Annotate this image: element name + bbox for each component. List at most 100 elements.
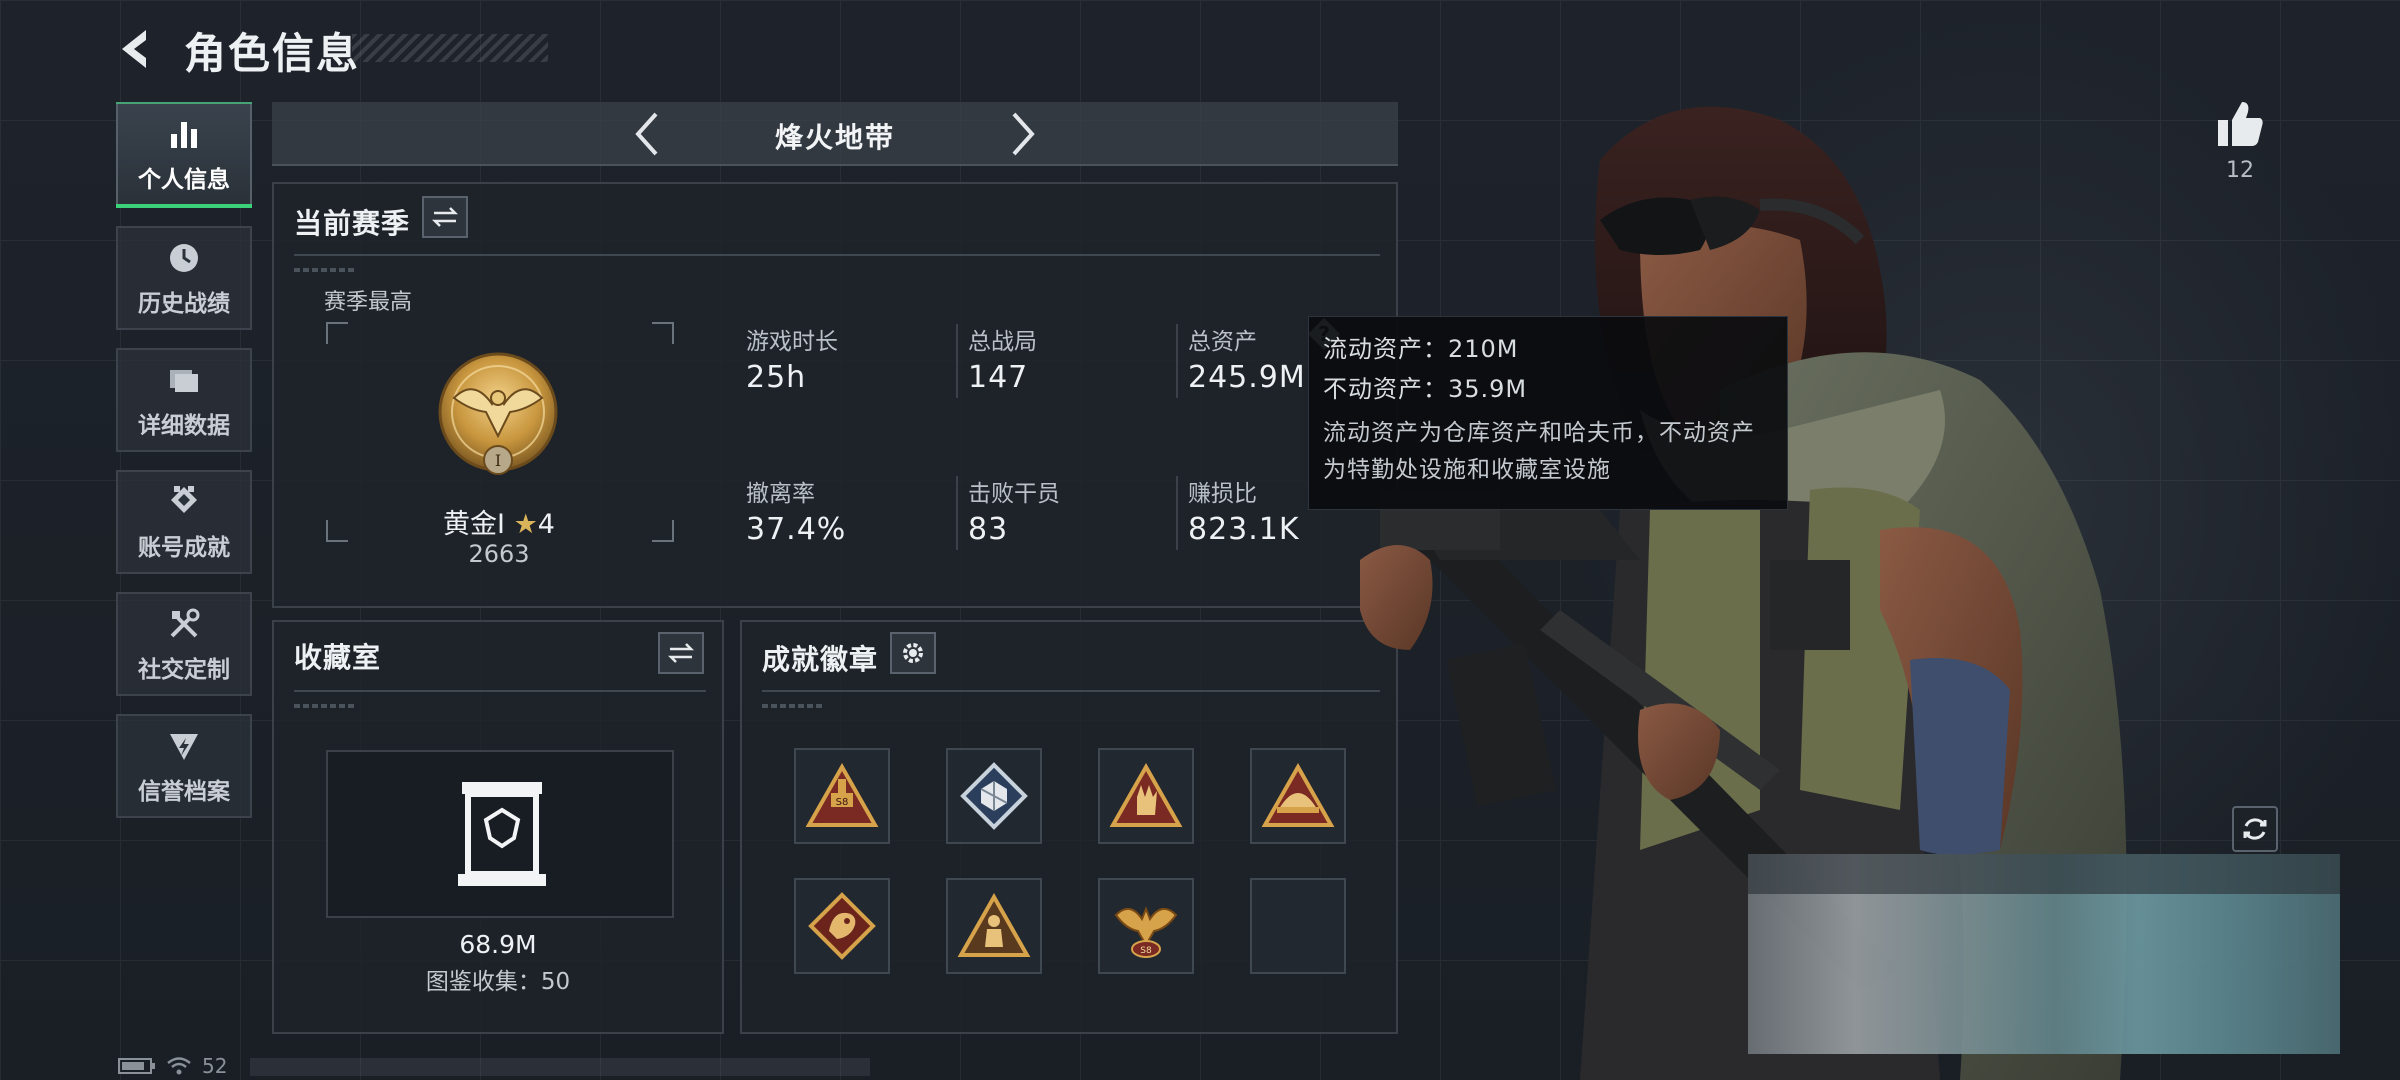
svg-text:S8: S8 (1140, 946, 1152, 956)
sidebar-item-detail-data[interactable]: 详细数据 (116, 348, 252, 452)
stat-value: 83 (968, 512, 1009, 547)
stat-value: 37.4% (746, 512, 847, 547)
rank-emblem-icon: I (434, 348, 562, 488)
season-title: 当前赛季 (294, 207, 411, 240)
frame-corner (652, 322, 674, 344)
blurred-nameplate-edge (1748, 854, 2340, 894)
divider (956, 476, 958, 550)
back-arrow-icon (122, 30, 146, 68)
mode-selector: 烽火地带 (272, 102, 1398, 166)
sidebar-item-personal-info[interactable]: 个人信息 (116, 102, 252, 208)
tooltip-description-line: 为特勤处设施和收藏室设施 (1323, 457, 1611, 483)
rank-stars: 4 (537, 509, 555, 540)
frame-corner (326, 322, 348, 344)
bar-chart-icon (164, 114, 204, 154)
achievement-icon (164, 482, 204, 522)
badge-helmet-icon[interactable] (1250, 748, 1346, 844)
sidebar-item-label: 个人信息 (138, 167, 230, 193)
collection-title: 收藏室 (294, 641, 382, 674)
badge-cube-icon[interactable] (946, 748, 1042, 844)
stat-value: 245.9M (1188, 360, 1306, 395)
sidebar-item-credit[interactable]: 信誉档案 (116, 714, 252, 818)
divider (956, 324, 958, 398)
stat-value: 25h (746, 360, 807, 395)
folder-icon (164, 360, 204, 400)
season-panel: 当前赛季 赛季最高 I 黄金Ⅰ ★4 2663 游戏时长 25h 总战局 147… (272, 182, 1398, 608)
mode-next-button[interactable] (994, 108, 1046, 160)
battery-icon (118, 1058, 155, 1074)
stat-label: 总资产 (1188, 329, 1257, 355)
title-decoration (352, 34, 548, 62)
stat-label: 总战局 (968, 329, 1037, 355)
divider (294, 254, 1380, 256)
history-clock-icon (164, 238, 204, 278)
blurred-status-text (250, 1058, 870, 1076)
divider (762, 690, 1380, 692)
badge-s8-icon[interactable]: S8 (794, 748, 890, 844)
refresh-button[interactable] (2232, 806, 2278, 852)
badge-empty-slot[interactable] (1250, 878, 1346, 974)
collection-switch-button[interactable] (658, 632, 704, 674)
page-title: 角色信息 (184, 29, 361, 78)
rank-name: 黄金Ⅰ (443, 509, 505, 540)
sidebar-item-label: 详细数据 (138, 413, 230, 439)
wifi-icon (167, 1057, 191, 1075)
chevron-right-icon (1012, 112, 1035, 156)
collection-preview[interactable] (326, 750, 674, 918)
refresh-icon (2243, 818, 2267, 840)
assets-tooltip: 流动资产：210M 不动资产：35.9M 流动资产为仓库资产和哈夫币，不动资产 … (1308, 316, 1788, 510)
tooltip-fixed-assets: 不动资产：35.9M (1323, 375, 1528, 403)
sidebar-item-social[interactable]: 社交定制 (116, 592, 252, 696)
stat-label: 游戏时长 (746, 329, 838, 355)
divider-decoration (294, 704, 354, 708)
like-button[interactable] (2212, 96, 2268, 152)
rank-name-row: 黄金Ⅰ ★4 (326, 502, 672, 541)
collection-catalog: 图鉴收集：50 (425, 969, 571, 995)
mode-title: 烽火地带 (774, 121, 895, 154)
tooltip-liquid-assets: 流动资产：210M (1323, 335, 1519, 363)
tooltip-description-line: 流动资产为仓库资产和哈夫币，不动资产 (1323, 420, 1755, 446)
svg-text:I: I (495, 451, 501, 470)
rank-score: 2663 (468, 540, 530, 568)
swap-icon (667, 643, 695, 663)
stat-label: 撤离率 (746, 481, 815, 507)
collection-panel: 收藏室 68.9M 图鉴收集：50 (272, 620, 724, 1034)
divider-decoration (762, 704, 822, 708)
gear-icon (903, 643, 923, 663)
thumbs-up-icon (2218, 102, 2263, 146)
divider (1176, 476, 1178, 550)
back-button[interactable] (112, 24, 160, 74)
tooltip-description: 流动资产为仓库资产和哈夫币，不动资产 为特勤处设施和收藏室设施 (1323, 415, 1773, 489)
badges-panel: 成就徽章 S8 S8 (740, 620, 1398, 1034)
badge-dragon-icon[interactable] (794, 878, 890, 974)
credit-shield-icon (164, 726, 204, 766)
stat-value: 823.1K (1188, 512, 1300, 547)
svg-text:S8: S8 (836, 797, 849, 808)
sidebar-item-label: 历史战绩 (138, 291, 230, 317)
divider (1176, 324, 1178, 398)
divider-decoration (294, 268, 354, 272)
stat-value: 147 (968, 360, 1029, 395)
sidebar-item-label: 账号成就 (138, 535, 230, 561)
badge-soldier-icon[interactable] (946, 878, 1042, 974)
stat-label: 击败干员 (968, 481, 1060, 507)
stat-label: 赚损比 (1188, 481, 1257, 507)
season-best-label: 赛季最高 (324, 290, 413, 315)
collection-value: 68.9M (459, 930, 537, 959)
like-count: 12 (2226, 158, 2254, 183)
tools-icon (164, 604, 204, 644)
sidebar-item-label: 信誉档案 (138, 779, 230, 805)
divider (294, 690, 706, 692)
vault-icon (458, 780, 546, 888)
sidebar-item-label: 社交定制 (138, 657, 230, 683)
status-bar: 52 (118, 1054, 227, 1078)
badges-title: 成就徽章 (762, 643, 879, 676)
sidebar-item-history[interactable]: 历史战绩 (116, 226, 252, 330)
season-switch-button[interactable] (422, 196, 468, 238)
badges-settings-button[interactable] (890, 632, 936, 674)
status-time: 52 (202, 1054, 228, 1078)
swap-icon (431, 207, 459, 227)
badge-hand-icon[interactable] (1098, 748, 1194, 844)
sidebar-item-achievements[interactable]: 账号成就 (116, 470, 252, 574)
badge-eagle-s8-icon[interactable]: S8 (1098, 878, 1194, 974)
